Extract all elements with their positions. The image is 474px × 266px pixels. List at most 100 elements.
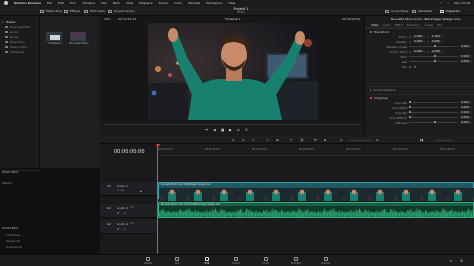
crop-top-slider[interactable] [409, 111, 458, 114]
tab-file[interactable]: File [437, 23, 442, 27]
zoom-out-icon[interactable]: ⊖ [340, 138, 343, 142]
insert-clip-icon[interactable]: ▭ [266, 138, 269, 142]
media-pool-button[interactable]: Media Pool [40, 6, 62, 16]
skip-back-icon[interactable]: ⏮ [205, 128, 208, 132]
viewer-timeline-name[interactable]: Timeline 1 [225, 17, 241, 21]
page-tab-media[interactable]: Media [133, 255, 163, 266]
wifi-icon[interactable]: ◠ [440, 1, 443, 5]
master-sub-label[interactable]: Master [2, 181, 12, 185]
page-tab-cut[interactable]: Cut [162, 255, 192, 266]
page-tab-fairlight[interactable]: Fairlight [281, 255, 311, 266]
slider-knob[interactable] [433, 121, 436, 124]
crop-left-slider[interactable] [409, 101, 458, 104]
position-y-field[interactable]: 0.000 [430, 39, 443, 44]
flip-horizontal-icon[interactable]: ⇋ [409, 65, 412, 69]
video-frame[interactable] [148, 23, 321, 120]
bin-item[interactable]: Timelines [0, 49, 39, 54]
settings-gear-icon[interactable]: ⚙ [460, 259, 463, 263]
menu-color[interactable]: Color [174, 1, 182, 5]
pitch-field[interactable]: 0.000 [460, 54, 472, 59]
yaw-slider[interactable] [409, 60, 458, 63]
timeline-timecode[interactable]: 00:00:00:00 [114, 149, 145, 155]
rotation-slider[interactable] [409, 45, 458, 48]
flip-vertical-icon[interactable]: ⇵ [414, 65, 417, 69]
crop-top-field[interactable]: 0.000 [460, 110, 472, 115]
enabled-dot-icon[interactable] [370, 96, 372, 99]
slider-knob[interactable] [409, 116, 411, 119]
menu-playback[interactable]: Playback [139, 1, 152, 5]
home-icon[interactable]: ⌂ [450, 259, 452, 263]
clip-thumbnail[interactable] [70, 32, 86, 41]
metadata-button[interactable]: Metadata [412, 6, 432, 16]
edit-index-button[interactable]: Edit Index [84, 6, 105, 16]
effects-button[interactable]: Effects [64, 6, 80, 16]
menu-file[interactable]: File [47, 1, 52, 5]
blade-tool-icon[interactable]: ✂ [252, 138, 255, 142]
page-tab-edit[interactable]: Edit [192, 255, 222, 266]
overwrite-clip-icon[interactable]: ▬ [276, 138, 279, 142]
solo-button[interactable]: S [124, 212, 126, 216]
rotation-field[interactable]: 0.000 [460, 44, 472, 49]
enabled-dot-icon[interactable] [370, 30, 372, 33]
app-menu[interactable]: DaVinci Resolve [14, 1, 41, 5]
page-tab-color[interactable]: Color [251, 255, 281, 266]
link-icon[interactable]: ⛓ [300, 138, 304, 142]
audio-meter-icon[interactable]: ▮▮ [420, 138, 423, 142]
search-icon[interactable]: ⌕ [447, 1, 449, 5]
menu-fusion[interactable]: Fusion [159, 1, 169, 5]
track-name[interactable]: Video 1 [117, 184, 128, 188]
page-tab-fusion[interactable]: Fusion [221, 255, 251, 266]
softness-slider[interactable] [409, 121, 458, 124]
crop-bottom-field[interactable]: 0.000 [460, 115, 472, 120]
menu-view[interactable]: View [126, 1, 133, 5]
timeline-ruler[interactable]: 00:00:00:00 00:00:16:00 00:00:32:00 00:0… [157, 144, 474, 156]
clip-thumbnail[interactable] [46, 32, 62, 41]
anchor-y-field[interactable]: 0.000 [430, 49, 443, 54]
tab-audio[interactable]: Audio [383, 23, 391, 27]
power-bins-header[interactable]: Power Bins [2, 170, 18, 174]
slider-knob[interactable] [409, 106, 411, 109]
smart-bin-item[interactable]: Keywords [6, 239, 20, 243]
slider-knob[interactable] [433, 60, 436, 63]
mute-button[interactable]: M [117, 212, 119, 216]
playhead-marker-icon[interactable] [155, 144, 160, 147]
apple-icon[interactable] [4, 1, 8, 5]
sound-library-button[interactable]: Sound Library [108, 6, 135, 16]
tab-video[interactable]: Video [371, 23, 379, 27]
position-x-field[interactable]: 0.000 [413, 39, 426, 44]
marker-icon[interactable]: ◆ [324, 138, 326, 142]
slider-knob[interactable] [433, 45, 436, 48]
anchor-x-field[interactable]: 0.000 [413, 49, 426, 54]
slider-knob[interactable] [409, 101, 411, 104]
softness-field[interactable]: 0.000 [460, 120, 472, 125]
stop-icon[interactable]: ■ [221, 128, 224, 132]
tab-transition[interactable]: Transition [407, 23, 421, 27]
track-header-a1[interactable]: A1 Audio 1 2.0 M S [100, 204, 157, 218]
mute-button[interactable]: M [117, 228, 119, 232]
smart-bin-item[interactable]: Timelines [6, 233, 20, 237]
menu-clip[interactable]: Clip [101, 1, 107, 5]
play-reverse-icon[interactable]: ◀ [213, 128, 216, 132]
track-header-a2[interactable]: A2 Audio 2 2.0 M S [100, 220, 157, 234]
timeline-zoom-slider[interactable] [350, 139, 372, 141]
menu-timeline[interactable]: Timeline [82, 1, 95, 5]
slider-knob[interactable] [433, 55, 436, 58]
yaw-field[interactable]: 0.000 [460, 59, 472, 64]
zoom-in-icon[interactable]: ⊕ [376, 138, 379, 142]
pitch-slider[interactable] [409, 55, 458, 58]
audio-clip[interactable]: Nouvelle Micro Color Terminal Blackmagic… [158, 202, 474, 218]
loop-icon[interactable]: ↻ [245, 128, 248, 132]
volume-slider[interactable] [434, 139, 454, 141]
playhead[interactable] [157, 144, 158, 254]
menu-mark[interactable]: Mark [113, 1, 120, 5]
selection-tool-icon[interactable]: ➤ [232, 138, 235, 142]
slider-knob[interactable] [409, 111, 411, 114]
zoom-y-field[interactable]: 1.000 [430, 34, 443, 39]
crop-left-field[interactable]: 0.000 [460, 100, 472, 105]
scrubber-track[interactable] [104, 124, 360, 125]
trim-tool-icon[interactable]: ⇹ [242, 138, 245, 142]
crop-right-slider[interactable] [409, 106, 458, 109]
menu-workspace[interactable]: Workspace [206, 1, 222, 5]
tab-image[interactable]: Image [424, 23, 433, 27]
track-name[interactable]: Audio 2 [117, 222, 128, 226]
